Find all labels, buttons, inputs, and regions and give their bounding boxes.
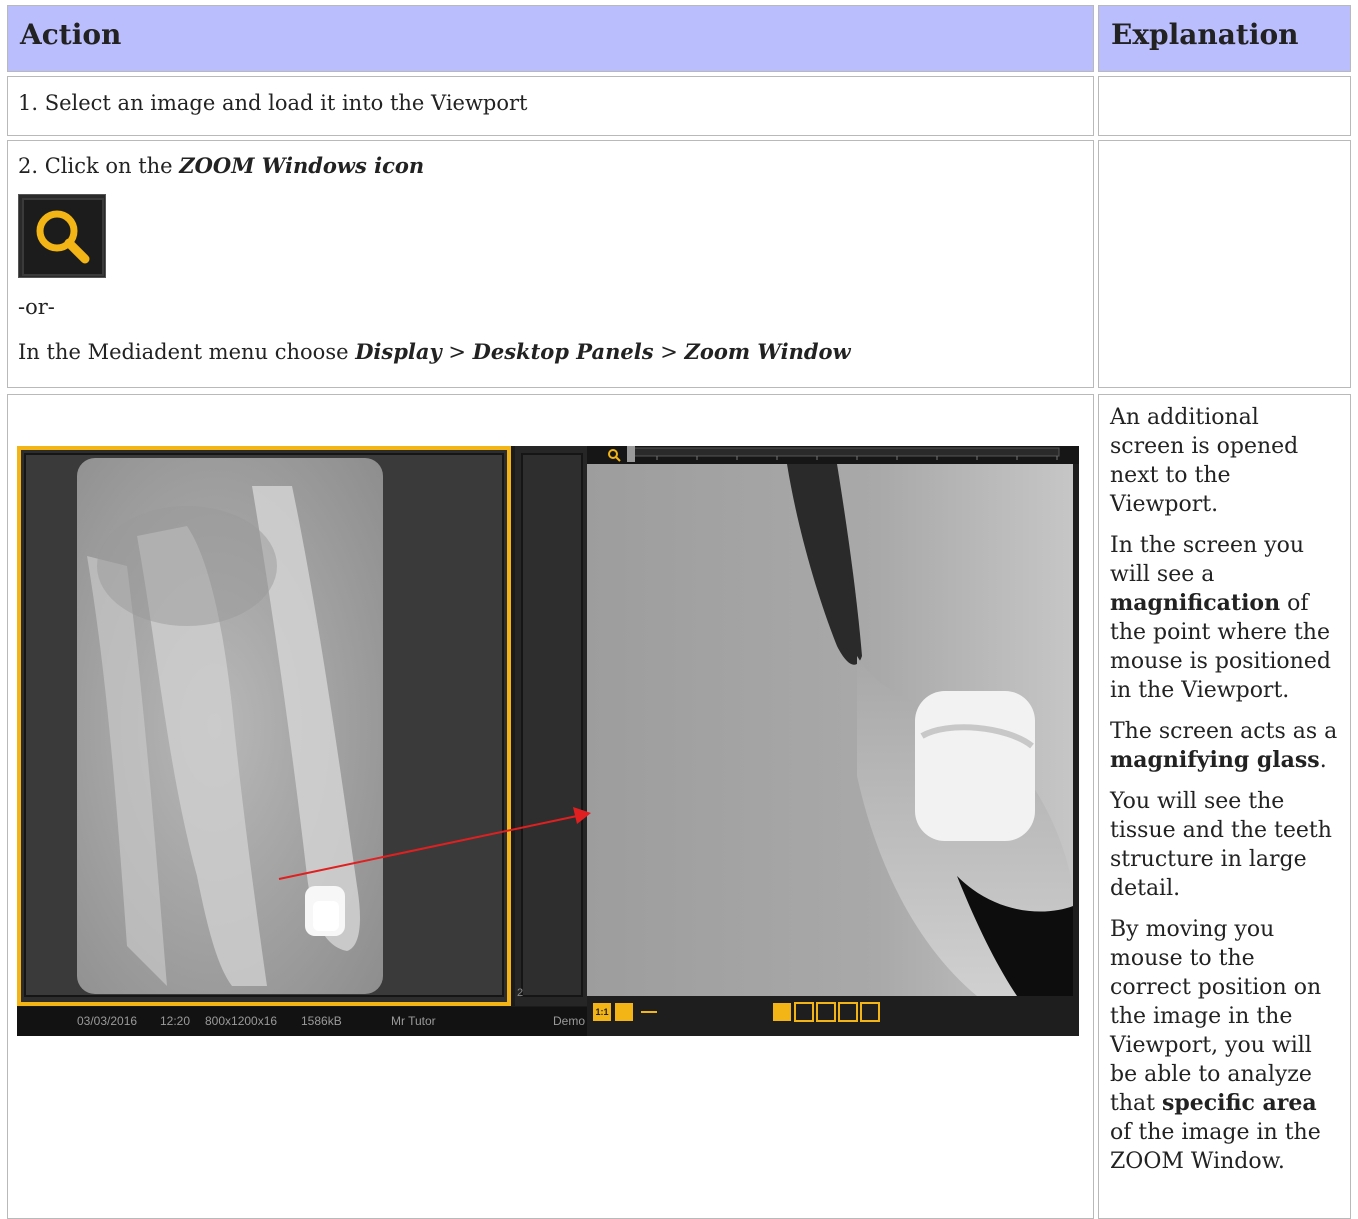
header-action: Action <box>7 5 1094 72</box>
status-size: 1586kB <box>301 1014 342 1028</box>
menu-prefix: In the Mediadent menu choose <box>18 340 356 364</box>
header-explanation: Explanation <box>1098 5 1351 72</box>
explanation-para-3: The screen acts as a magnifying glass. <box>1110 719 1338 773</box>
status-patient: Mr Tutor <box>391 1014 436 1028</box>
status-time: 12:20 <box>160 1014 191 1028</box>
menu-path-line: In the Mediadent menu choose Display > D… <box>18 339 851 365</box>
menu-sep1: > <box>441 340 473 364</box>
explanation-para-2: In the screen you will see a magnificati… <box>1110 533 1331 703</box>
menu-zoom-window: Zoom Window <box>684 339 851 364</box>
zoom-ratio-button[interactable]: 1:1 <box>593 1003 611 1021</box>
row2-explanation-cell <box>1098 140 1351 388</box>
status-date: 03/03/2016 <box>77 1014 138 1028</box>
row1-explanation-cell <box>1098 76 1351 136</box>
row3-explanation-cell: An additional screen is opened next to t… <box>1098 394 1351 1219</box>
page-number: 2 <box>517 987 524 999</box>
menu-desktop-panels: Desktop Panels <box>472 339 654 364</box>
click-prefix: 2. Click on the <box>18 154 180 178</box>
status-bar: 03/03/2016 12:20 800x1200x16 1586kB Mr T… <box>17 1007 587 1036</box>
header-explanation-label: Explanation <box>1111 18 1299 51</box>
row2-click-line: 2. Click on the ZOOM Windows icon <box>18 153 424 179</box>
status-demo: Demo <box>553 1014 586 1028</box>
status-dimensions: 800x1200x16 <box>205 1014 278 1028</box>
header-action-label: Action <box>20 18 122 51</box>
row3-action-cell: 03/03/2016 12:20 800x1200x16 1586kB Mr T… <box>7 394 1094 1219</box>
menu-sep2: > <box>653 340 685 364</box>
row1-action-cell: 1. Select an image and load it into the … <box>7 76 1094 136</box>
or-text: -or- <box>18 295 55 319</box>
magnifier-icon <box>22 198 104 276</box>
zoom-windows-icon[interactable] <box>18 194 106 278</box>
row1-action-text: 1. Select an image and load it into the … <box>18 91 528 115</box>
viewport-screenshot-art <box>17 446 1079 1036</box>
explanation-para-4: You will see the tissue and the teeth st… <box>1110 789 1332 901</box>
explanation-para-1: An additional screen is opened next to t… <box>1110 405 1299 517</box>
viewport-screenshot: 03/03/2016 12:20 800x1200x16 1586kB Mr T… <box>17 446 1079 1036</box>
row2-action-cell: 2. Click on the ZOOM Windows icon -or- I… <box>7 140 1094 388</box>
explanation-para-5: By moving you mouse to the correct posit… <box>1110 917 1322 1174</box>
menu-display: Display <box>355 339 442 364</box>
zoom-windows-icon-label: ZOOM Windows icon <box>179 153 425 178</box>
